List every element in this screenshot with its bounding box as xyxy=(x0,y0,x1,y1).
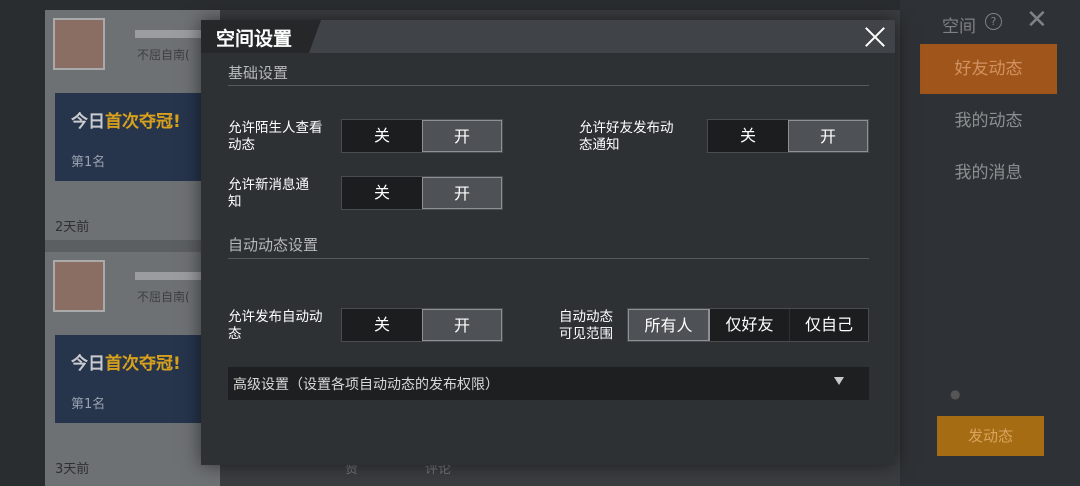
option-on[interactable]: 开 xyxy=(788,120,868,152)
close-icon[interactable]: ✕ xyxy=(1026,5,1048,35)
option-friends-only[interactable]: 仅好友 xyxy=(709,309,789,341)
background-feed: 不屈自南( 今日首次夺冠! 第1名 2天前 不屈自南( 今日首次夺冠! 第1名 … xyxy=(45,10,220,486)
space-settings-dialog: 空间设置 基础设置 允许陌生人查看动态 关 开 允许好友发布动态通知 关 开 允… xyxy=(201,20,895,465)
setting-label-visibility-range: 自动动态可见范围 xyxy=(559,309,613,342)
post-feed-button[interactable]: 发动态 xyxy=(937,416,1044,456)
rank-text: 第1名 xyxy=(71,155,106,170)
advanced-settings-label: 高级设置（设置各项自动动态的发布权限） xyxy=(233,377,499,393)
dialog-title: 空间设置 xyxy=(216,28,293,50)
avatar xyxy=(53,18,105,70)
post-time: 3天前 xyxy=(55,462,90,477)
feed-note: 不屈自南( xyxy=(137,290,190,304)
tab-my-feed[interactable]: 我的动态 xyxy=(920,96,1057,146)
chevron-down-icon xyxy=(834,377,844,385)
setting-label-allow-auto-post: 允许发布自动动态 xyxy=(228,309,323,342)
achievement-banner: 今日首次夺冠! 第1名 xyxy=(55,335,215,423)
option-self-only[interactable]: 仅自己 xyxy=(789,309,868,341)
rank-text: 第1名 xyxy=(71,397,106,412)
option-off[interactable]: 关 xyxy=(342,120,422,152)
tab-my-messages[interactable]: 我的消息 xyxy=(920,148,1057,198)
toggle-indicator[interactable]: ● xyxy=(950,387,960,401)
option-off[interactable]: 关 xyxy=(708,120,788,152)
advanced-settings-dropdown[interactable]: 高级设置（设置各项自动动态的发布权限） xyxy=(228,367,869,400)
section-title-auto: 自动动态设置 xyxy=(228,236,319,254)
space-panel-title: 空间 xyxy=(942,17,976,37)
feed-card: 不屈自南( 今日首次夺冠! 第1名 2天前 xyxy=(45,10,220,240)
feed-card: 不屈自南( 今日首次夺冠! 第1名 3天前 xyxy=(45,252,220,486)
feed-note: 不屈自南( xyxy=(137,48,190,62)
dialog-header: 空间设置 xyxy=(201,20,895,53)
option-off[interactable]: 关 xyxy=(342,177,422,209)
post-time: 2天前 xyxy=(55,220,90,235)
toggle-friend-post-notify: 关 开 xyxy=(707,119,869,153)
help-icon[interactable]: ? xyxy=(985,13,1002,30)
toggle-stranger-view: 关 开 xyxy=(341,119,503,153)
visibility-range-selector: 所有人 仅好友 仅自己 xyxy=(627,308,869,342)
option-on[interactable]: 开 xyxy=(422,120,502,152)
avatar xyxy=(53,260,105,312)
banner-title: 今日首次夺冠! xyxy=(71,112,181,132)
toggle-new-message-notify: 关 开 xyxy=(341,176,503,210)
option-on[interactable]: 开 xyxy=(422,309,502,341)
tab-friend-feed[interactable]: 好友动态 xyxy=(920,44,1057,94)
option-everyone[interactable]: 所有人 xyxy=(628,309,709,341)
divider xyxy=(228,85,869,86)
close-icon[interactable] xyxy=(862,24,888,50)
setting-label-new-message-notify: 允许新消息通知 xyxy=(228,177,309,210)
setting-label-friend-post-notify: 允许好友发布动态通知 xyxy=(579,120,674,153)
achievement-banner: 今日首次夺冠! 第1名 xyxy=(55,93,215,181)
option-on[interactable]: 开 xyxy=(422,177,502,209)
banner-title: 今日首次夺冠! xyxy=(71,354,181,374)
option-off[interactable]: 关 xyxy=(342,309,422,341)
section-title-basic: 基础设置 xyxy=(228,64,289,82)
divider xyxy=(228,258,869,259)
toggle-allow-auto-post: 关 开 xyxy=(341,308,503,342)
setting-label-stranger-view: 允许陌生人查看动态 xyxy=(228,120,323,153)
